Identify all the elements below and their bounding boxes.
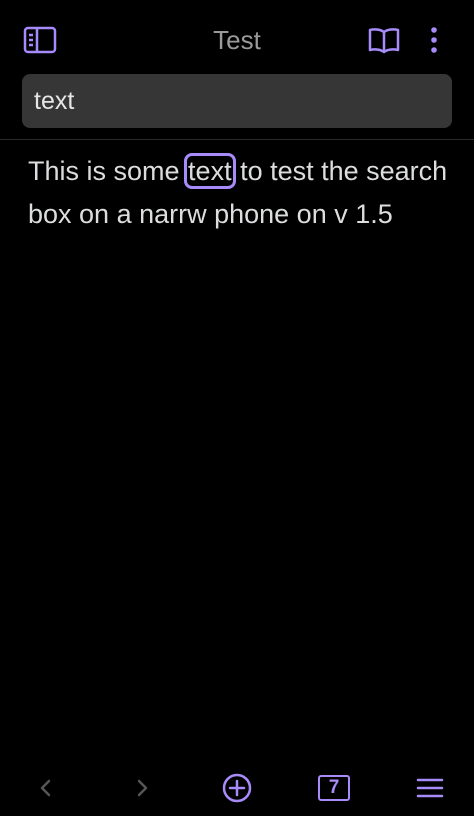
reading-view-icon xyxy=(368,28,400,54)
new-note-button[interactable] xyxy=(215,766,259,810)
content-text-before: This is some xyxy=(28,156,188,186)
app-screen: Test This is some text to test the searc… xyxy=(0,0,474,816)
new-note-icon xyxy=(222,773,252,803)
note-content[interactable]: This is some text to test the search box… xyxy=(28,150,448,236)
sidebar-toggle-button[interactable] xyxy=(20,20,60,60)
sidebar-toggle-icon xyxy=(23,26,57,54)
forward-icon xyxy=(137,779,148,797)
bottom-navigation-bar: 7 xyxy=(0,760,474,816)
more-options-button[interactable] xyxy=(414,20,454,60)
page-title: Test xyxy=(213,25,261,55)
header: Test xyxy=(0,0,474,76)
menu-icon xyxy=(416,778,444,798)
back-icon xyxy=(40,779,51,797)
tab-switcher-icon: 7 xyxy=(318,775,350,801)
search-input[interactable] xyxy=(22,74,452,128)
menu-button[interactable] xyxy=(408,766,452,810)
tab-switcher-button[interactable]: 7 xyxy=(312,766,356,810)
search-box xyxy=(22,74,452,128)
search-match-highlight: text xyxy=(184,153,236,189)
back-button[interactable] xyxy=(24,766,68,810)
reading-view-button[interactable] xyxy=(364,20,404,60)
forward-button[interactable] xyxy=(120,766,164,810)
header-divider xyxy=(0,139,474,140)
more-options-icon xyxy=(431,27,437,53)
